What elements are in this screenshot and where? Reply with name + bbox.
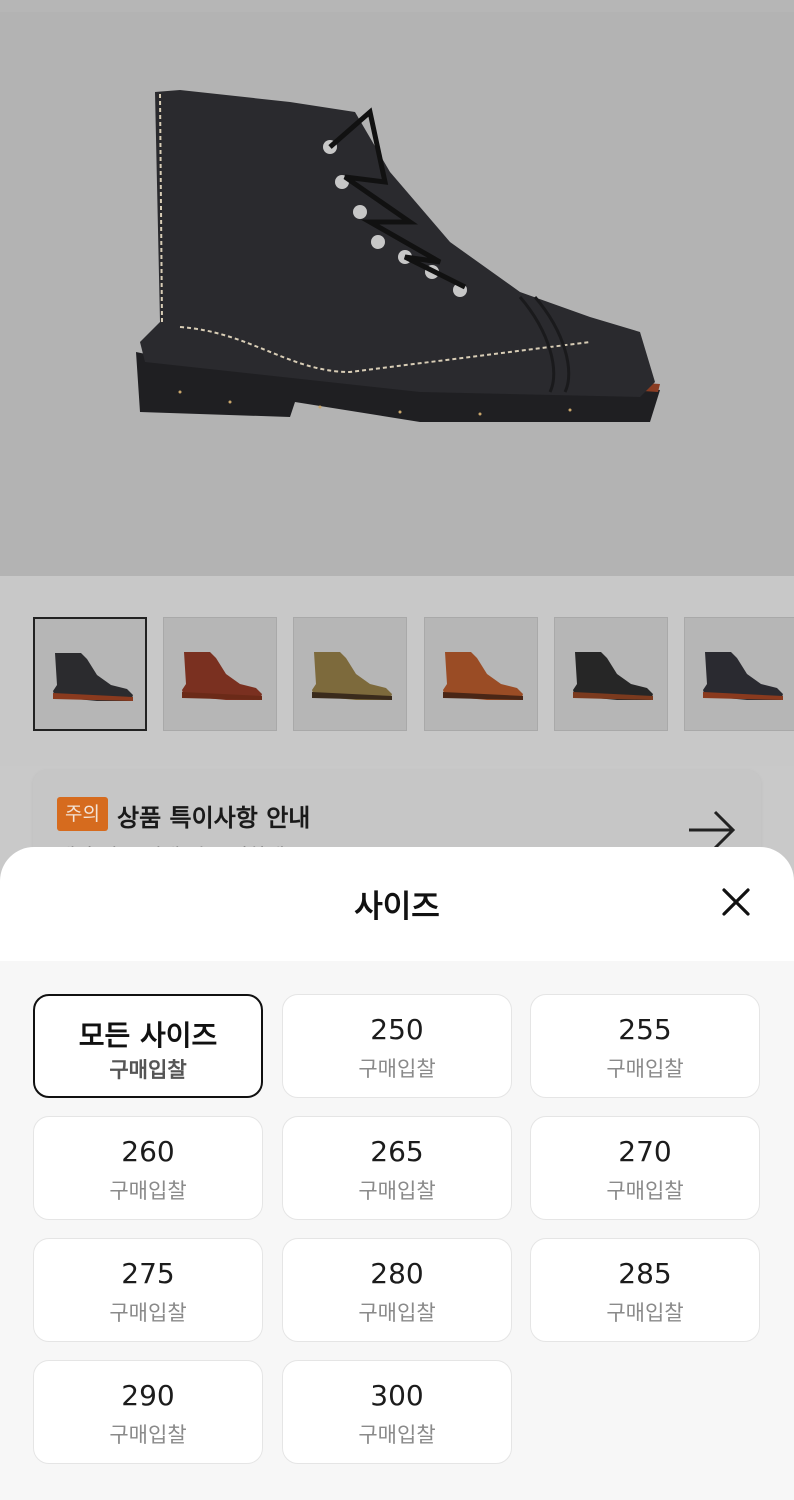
size-option-button[interactable]: 300 구매입찰 [282, 1360, 512, 1464]
size-option-button[interactable]: 275 구매입찰 [33, 1238, 263, 1342]
size-bid-label: 구매입찰 [358, 1057, 436, 1081]
size-option-button[interactable]: 255 구매입찰 [530, 994, 760, 1098]
thumbnail-item[interactable] [33, 617, 147, 731]
size-option-button[interactable]: 280 구매입찰 [282, 1238, 512, 1342]
thumbnail-item[interactable] [293, 617, 407, 731]
sheet-title: 사이즈 [354, 889, 440, 925]
warning-badge: 주의 [57, 797, 108, 831]
black-leather-boot-image [136, 90, 660, 422]
size-bid-label: 구매입찰 [606, 1057, 684, 1081]
boot-black-3-thumb [703, 652, 783, 700]
size-bid-label: 구매입찰 [606, 1179, 684, 1203]
boot-copper-thumb [443, 652, 523, 700]
size-bid-label: 구매입찰 [109, 1179, 187, 1203]
thumbnail-item[interactable] [684, 617, 794, 731]
size-value: 255 [618, 1013, 672, 1046]
size-option-button[interactable]: 265 구매입찰 [282, 1116, 512, 1220]
product-image-area[interactable] [0, 12, 794, 576]
boot-black-thumb [53, 653, 133, 701]
size-bid-label: 구매입찰 [109, 1301, 187, 1325]
close-icon[interactable] [714, 880, 758, 924]
size-option-button[interactable]: 250 구매입찰 [282, 994, 512, 1098]
size-value: 260 [121, 1135, 175, 1168]
size-value: 275 [121, 1257, 175, 1290]
boot-red-brown-thumb [182, 652, 262, 700]
size-value: 300 [370, 1379, 424, 1412]
boot-olive-suede-thumb [312, 652, 392, 700]
thumbnail-item[interactable] [424, 617, 538, 731]
size-bid-label: 구매입찰 [606, 1301, 684, 1325]
size-bottom-sheet: 사이즈 모든 사이즈구매입찰 250 구매입찰 255 구매입찰 260 구매입찰 265 구매… [0, 847, 794, 1500]
size-option-button[interactable]: 285 구매입찰 [530, 1238, 760, 1342]
status-strip [0, 0, 794, 12]
size-value: 250 [370, 1013, 424, 1046]
size-bid-label: 구매입찰 [109, 1423, 187, 1447]
size-bid-label: 구매입찰 [358, 1179, 436, 1203]
size-bid-label: 구매입찰 [358, 1423, 436, 1447]
arrow-right-icon[interactable] [685, 808, 739, 852]
size-value: 모든 사이즈 [78, 1019, 218, 1052]
size-option-button[interactable]: 모든 사이즈구매입찰 [33, 994, 263, 1098]
size-value: 285 [618, 1257, 672, 1290]
size-bid-label: 구매입찰 [109, 1058, 187, 1082]
size-option-button[interactable]: 270 구매입찰 [530, 1116, 760, 1220]
thumbnail-item[interactable] [554, 617, 668, 731]
thumbnail-item[interactable] [163, 617, 277, 731]
size-value: 290 [121, 1379, 175, 1412]
size-bid-label: 구매입찰 [358, 1301, 436, 1325]
boot-black-2-thumb [573, 652, 653, 700]
size-value: 270 [618, 1135, 672, 1168]
size-value: 280 [370, 1257, 424, 1290]
size-option-button[interactable]: 260 구매입찰 [33, 1116, 263, 1220]
size-value: 265 [370, 1135, 424, 1168]
thumbnail-strip [0, 576, 794, 766]
notice-title: 상품 특이사항 안내 [117, 804, 311, 832]
size-option-button[interactable]: 290 구매입찰 [33, 1360, 263, 1464]
size-grid: 모든 사이즈 구매입찰 250 구매입찰 255 구매입찰 260 구매입찰 265 구매입찰 27… [0, 961, 794, 1500]
